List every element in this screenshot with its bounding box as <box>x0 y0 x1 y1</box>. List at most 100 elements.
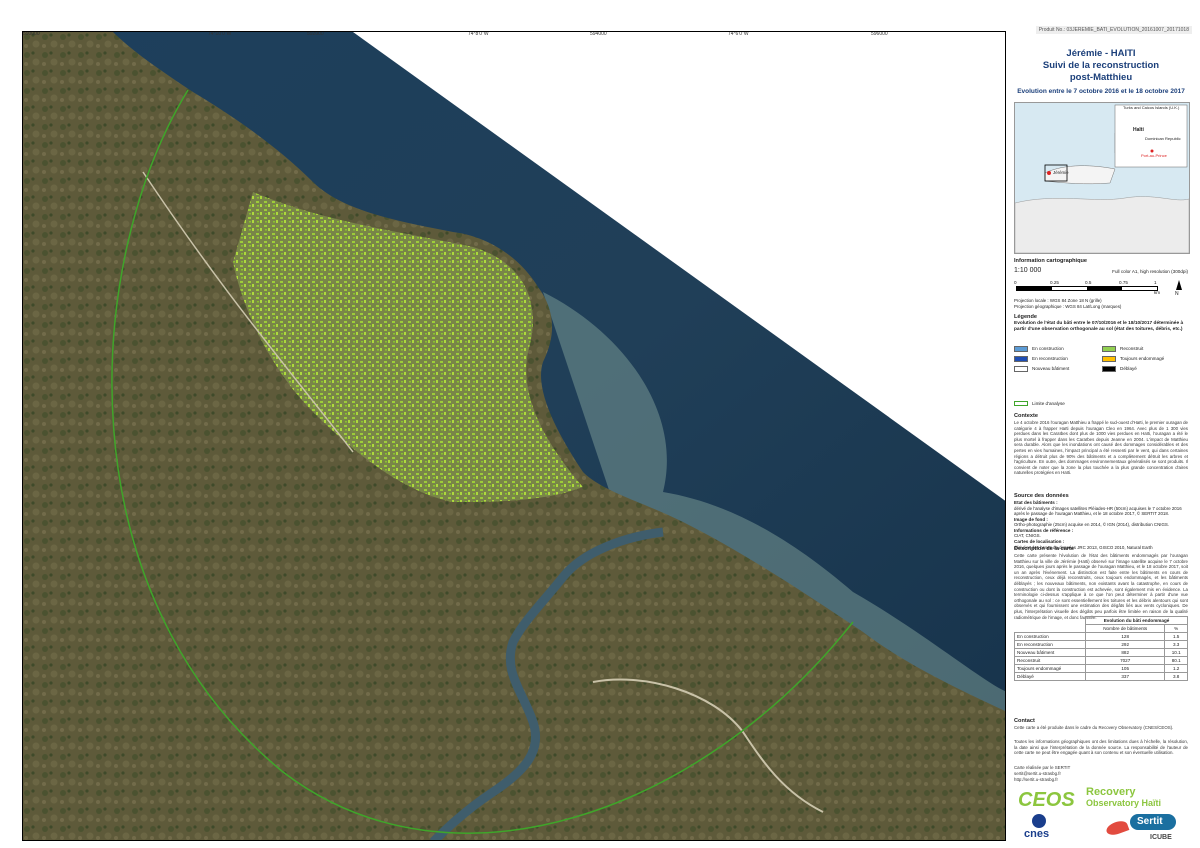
recovery-logo-line2: Observatory Haïti <box>1086 798 1162 808</box>
inset-label-dominican: Dominican Republic <box>1145 136 1181 141</box>
sertit-bird-icon <box>1104 818 1130 838</box>
coord-top-1: 590000 <box>23 31 40 37</box>
scale-tick-2: 0.5 <box>1085 280 1092 285</box>
stats-row: Reconstruit 7027 80.1 <box>1013 656 1188 665</box>
coord-top-3: 592000 <box>307 31 324 37</box>
inset-map: Turks and Caicos Islands (U.K.) Haïti Do… <box>1014 102 1190 254</box>
context-heading: Contexte <box>1014 413 1038 419</box>
map-title-line1: Jérémie - HAITI <box>1066 48 1136 59</box>
map-title-line2: Suivi de la reconstruction <box>1042 60 1160 71</box>
stats-row: En reconstruction 292 3.3 <box>1013 640 1188 649</box>
stats-cell-count: 7027 <box>1085 656 1166 665</box>
satellite-map[interactable] <box>23 32 1006 841</box>
scale-tick-0: 0 <box>1014 280 1017 285</box>
contact-p3: Carte réalisée par le SERTIT <box>1014 765 1071 770</box>
stats-cell-pct: 3.3 <box>1164 640 1188 649</box>
coord-top-2: 74°10'0"W <box>208 31 232 37</box>
stats-cell-label: Toujours endommagé <box>1013 664 1087 673</box>
stats-cell-pct: 10.1 <box>1164 648 1188 657</box>
boundary-swatch <box>1014 401 1028 406</box>
contact-email[interactable]: sertit@sertit.u-strasbg.fr <box>1014 771 1188 777</box>
inset-label-turks: Turks and Caicos Islands (U.K.) <box>1123 105 1180 110</box>
map-scale: 1:10 000 <box>1014 267 1042 274</box>
carto-info-heading: Information cartographique <box>1014 258 1088 264</box>
legend-label: Nouveau bâtiment <box>1032 366 1070 371</box>
stats-cell-pct: 1.5 <box>1164 632 1188 641</box>
north-label: N <box>1175 291 1179 297</box>
coord-top-7: 596000 <box>871 31 888 37</box>
scalebar <box>1016 286 1158 291</box>
cnes-logo: cnes <box>1024 828 1050 840</box>
description-text: Cette carte présente l'évolution de l'ét… <box>1014 553 1188 620</box>
description-heading: Description de la carte <box>1014 546 1074 552</box>
boundary-label: Limite d'analyse <box>1032 401 1065 406</box>
legend-swatch <box>1014 346 1028 352</box>
stats-cell-count: 337 <box>1085 672 1166 681</box>
stats-cell-label: En construction <box>1013 632 1087 641</box>
source-text: dérivé de l'analyse d'images satellites … <box>1014 505 1182 517</box>
ceos-logo: CEOS <box>1018 789 1075 811</box>
cnes-logo-icon <box>1032 814 1046 828</box>
legend-swatch <box>1102 366 1116 372</box>
map-frame[interactable]: 590000 74°10'0"W 592000 74°8'0"W 594000 … <box>22 31 1006 841</box>
stats-table: Evolution du bâti endommagé Nombre de bâ… <box>1013 616 1188 681</box>
contact-heading: Contact <box>1014 718 1035 724</box>
map-side-panel: Produit No.: 03JEREMIE_BATI_EVOLUTION_20… <box>1010 22 1192 842</box>
map-title-line3: post-Matthieu <box>1069 72 1133 83</box>
contact-p2: Toutes les informations géographiques on… <box>1014 739 1188 756</box>
sources-heading: Source des données <box>1014 493 1069 499</box>
coord-top-5: 594000 <box>590 31 607 37</box>
source-text: Ortho-photographie (25cm) acquise en 201… <box>1014 522 1170 528</box>
coord-top-6: 74°6'0"W <box>728 31 749 37</box>
inset-jeremie-marker <box>1047 171 1051 175</box>
legend-label: En reconstruction <box>1032 356 1068 361</box>
scale-tick-3: 0.75 <box>1119 280 1128 285</box>
product-code: Produit No.: 03JEREMIE_BATI_EVOLUTION_20… <box>1035 26 1192 35</box>
inset-label-pap: Port-au-Prince <box>1141 153 1167 158</box>
legend-label: Déblayé <box>1120 366 1137 371</box>
sertit-logo: Sertit <box>1130 814 1176 830</box>
coord-top-4: 74°8'0"W <box>468 31 489 37</box>
stats-cell-label: Reconstruit <box>1013 656 1087 665</box>
legend-description: Evolution de l'état du bâti entre le 07/… <box>1014 321 1184 332</box>
stats-cell-label: Déblayé <box>1013 672 1087 681</box>
north-arrow-icon <box>1176 280 1182 290</box>
inset-land <box>1015 196 1189 253</box>
legend-heading: Légende <box>1014 314 1038 320</box>
stats-row: En construction 128 1.5 <box>1013 632 1188 641</box>
contact-url[interactable]: http://sertit.u-strasbg.fr <box>1014 777 1188 783</box>
legend-swatch <box>1102 356 1116 362</box>
legend-label: Reconstruit <box>1120 346 1144 351</box>
scale-unit: km <box>1154 290 1161 295</box>
stats-row: Nouveau bâtiment 882 10.1 <box>1013 648 1188 657</box>
stats-title: Evolution du bâti endommagé <box>1085 616 1188 625</box>
context-text: Le 4 octobre 2016 l'ouragan Matthieu a f… <box>1014 420 1188 476</box>
scale-tick-1: 0.25 <box>1050 280 1059 285</box>
legend-label: Toujours endommagé <box>1120 356 1165 361</box>
icube-logo: ICUBE <box>1150 834 1172 841</box>
stats-row: Toujours endommagé 105 1.2 <box>1013 664 1188 673</box>
stats-cell-pct: 1.2 <box>1164 664 1188 673</box>
scale-tick-4: 1 <box>1154 280 1157 285</box>
sources-list: Etat des bâtiments : dérivé de l'analyse … <box>1014 500 1188 550</box>
stats-row: Déblayé 337 3.8 <box>1013 672 1188 681</box>
projection-local: Projection locale : WGS 84 Zone 18 N (gr… <box>1014 298 1102 303</box>
print-note: Full color A1, high resolution (300dpi) <box>1112 269 1188 274</box>
stats-cell-count: 292 <box>1085 640 1166 649</box>
sertit-logo-text: Sertit <box>1137 816 1163 827</box>
legend-label: En construction <box>1032 346 1064 351</box>
stats-cell-label: Nouveau bâtiment <box>1013 648 1087 657</box>
map-subtitle: Evolution entre le 7 octobre 2016 et le … <box>1017 88 1185 95</box>
stats-col-count: Nombre de bâtiments <box>1085 624 1166 633</box>
stats-col-pct: % <box>1164 624 1188 633</box>
legend-swatch <box>1102 346 1116 352</box>
stats-cell-count: 105 <box>1085 664 1166 673</box>
stats-cell-label: En reconstruction <box>1013 640 1087 649</box>
inset-label-jeremie: Jérémie <box>1053 170 1069 175</box>
projection-geo: Projection géographique : WGS 84 Lat/Lon… <box>1014 304 1122 309</box>
legend-swatch <box>1014 356 1028 362</box>
stats-cell-count: 882 <box>1085 648 1166 657</box>
legend-swatch <box>1014 366 1028 372</box>
stats-cell-count: 128 <box>1085 632 1166 641</box>
contact-p1: Cette carte a été produite dans le cadre… <box>1014 725 1174 730</box>
